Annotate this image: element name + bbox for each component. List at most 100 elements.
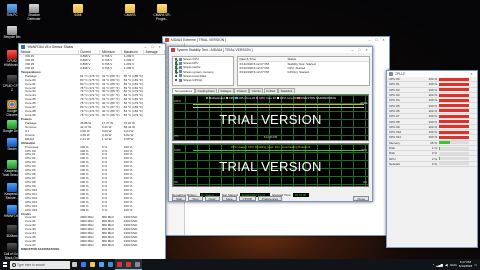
taskbar-app[interactable] <box>79 259 88 270</box>
taskbar-app[interactable] <box>133 259 142 270</box>
close-icon[interactable]: × <box>363 48 370 52</box>
close-icon[interactable]: × <box>380 38 387 42</box>
start-button[interactable]: Start <box>172 196 187 201</box>
checkbox[interactable] <box>174 74 178 78</box>
desktop-icon-label: This PC <box>6 13 18 17</box>
close-icon[interactable]: × <box>156 45 163 49</box>
tab-temperatures[interactable]: Temperatures <box>172 88 195 93</box>
y-axis-max-label: 100% <box>174 149 181 152</box>
y-axis-max-label: 100°C <box>174 100 182 103</box>
app-icon <box>7 100 17 109</box>
desktop-icon[interactable]: CMAFA <box>120 4 140 18</box>
y-axis-min-label: 0°C <box>174 135 179 138</box>
desktop-icon[interactable]: 64bit <box>68 4 88 18</box>
maximize-icon[interactable]: □ <box>356 48 363 52</box>
column-header[interactable]: Status <box>286 57 369 61</box>
load-label: CPU #8 <box>389 119 400 124</box>
close-button[interactable]: Close <box>353 196 369 201</box>
load-bar <box>439 109 469 113</box>
minimize-icon[interactable]: – <box>366 38 373 42</box>
column-header[interactable]: Average <box>144 50 166 54</box>
load-bar <box>439 125 469 129</box>
app-icon <box>7 183 17 192</box>
minimize-icon[interactable]: – <box>142 45 149 49</box>
language-indicator[interactable]: ENG <box>450 263 457 267</box>
tab-powers[interactable]: Powers <box>234 88 249 93</box>
desktop-icon[interactable]: Recycle Bin <box>2 26 22 40</box>
load-bar <box>439 157 469 161</box>
cpuid-button[interactable]: CPUID <box>238 196 256 201</box>
hwinfo-sensor-list[interactable]: VID #1 0.898 V 0.796 V 1.299 V VID #2 0.899 V… <box>19 55 165 260</box>
checkbox[interactable] <box>174 61 178 65</box>
app-icon <box>29 4 39 13</box>
volume-icon[interactable]: ◀) <box>445 263 448 267</box>
taskbar-app[interactable] <box>106 259 115 270</box>
close-icon[interactable]: × <box>468 72 475 76</box>
sensor-group-row[interactable]: KINGSTON SA400S37240G <box>19 248 165 252</box>
notification-icon[interactable]: ▭ <box>474 263 477 267</box>
cpuz-app-icon <box>389 72 393 76</box>
taskbar-app[interactable] <box>124 259 133 270</box>
clear-button[interactable]: Clear <box>204 196 220 201</box>
column-header[interactable]: Minimum <box>100 50 123 54</box>
maximize-icon[interactable]: □ <box>149 45 156 49</box>
legend-checkbox[interactable] <box>205 97 209 100</box>
desktop-icon[interactable]: CMAFA VR-Progra... <box>152 4 172 21</box>
network-icon[interactable]: ▂▄▆ <box>436 263 443 267</box>
stability-test-title: System Stability Test - AIDA64 [ TRIAL V… <box>176 48 253 52</box>
legend-checkbox[interactable] <box>235 97 238 100</box>
tab-statistics[interactable]: Statistics <box>278 88 295 93</box>
load-value: 100 % <box>428 114 437 119</box>
checkbox[interactable] <box>174 78 178 82</box>
checkbox[interactable] <box>174 70 178 73</box>
legend-checkbox[interactable] <box>297 97 300 100</box>
load-bar <box>439 77 469 81</box>
column-header[interactable]: Date & Time <box>238 57 286 61</box>
checkbox[interactable] <box>174 57 178 61</box>
taskbar-app[interactable] <box>115 259 124 270</box>
stability-test-window[interactable]: System Stability Test - AIDA64 [ TRIAL V… <box>168 46 373 202</box>
stress-option[interactable]: Stress GPU(s) <box>173 78 233 82</box>
tab-unified[interactable]: Unified <box>263 88 278 93</box>
edge-icon <box>81 262 86 267</box>
status-rows: 6/13/2018 6:12:27 PM Stability Test: Star… <box>238 62 369 75</box>
desktop-icon[interactable]: This PC <box>2 4 22 18</box>
taskbar-app[interactable] <box>97 259 106 270</box>
checkbox[interactable] <box>174 66 178 69</box>
preferences-button[interactable]: Preferences <box>257 196 283 201</box>
legend-checkbox[interactable] <box>276 97 280 100</box>
stability-test-titlebar[interactable]: System Stability Test - AIDA64 [ TRIAL V… <box>169 47 372 53</box>
column-header[interactable]: Maximum <box>122 50 145 54</box>
maximize-icon[interactable]: □ <box>373 38 380 42</box>
temperature-graph-legend: Motherboard CPU CPU Core #1 CPU Core #2 CPU … <box>173 96 368 100</box>
column-header[interactable]: Sensor <box>19 50 79 54</box>
minimize-icon[interactable]: – <box>349 48 356 52</box>
chevron-up-icon[interactable]: ^ <box>433 263 434 267</box>
tab-clocks[interactable]: Clocks <box>249 88 264 93</box>
column-header[interactable]: Current <box>79 50 101 54</box>
aida64-titlebar[interactable]: AIDA64 Extreme [ TRIAL VERSION ] – □ × <box>163 37 389 43</box>
start-button[interactable] <box>0 259 10 270</box>
desktop-icon[interactable]: Shadow Defender <box>24 4 44 21</box>
load-bar <box>439 162 469 166</box>
desktop-icon-label: 64bit <box>74 13 82 17</box>
legend-checkbox[interactable] <box>225 97 228 100</box>
taskbar-clock[interactable]: 6:17 PM 6/13/2018 <box>459 260 472 268</box>
taskbar-search-input[interactable]: Type here to search <box>10 260 70 269</box>
save-button[interactable]: Save <box>221 196 237 201</box>
load-value: 100 % <box>428 77 437 82</box>
load-label: CPU #11 <box>389 135 401 140</box>
x-axis-time-label: 6:12:26 PM <box>263 136 278 139</box>
hwinfo-sensor-window[interactable]: HWiNFO64 v5.x Sensor Status – □ × Sensor… <box>18 43 166 269</box>
stop-button[interactable]: Stop <box>188 196 203 201</box>
taskbar-app[interactable] <box>88 259 97 270</box>
aida64-title: AIDA64 Extreme [ TRIAL VERSION ] <box>170 38 227 42</box>
load-value: 2 % <box>431 156 437 161</box>
cpu-load-title: CPU-Z <box>394 72 405 76</box>
load-value: 100 % <box>428 87 437 92</box>
taskbar-app[interactable] <box>70 259 79 270</box>
load-bar-fill <box>439 88 469 92</box>
cpu-load-window[interactable]: CPU-Z × CPU #0 100 % CPU #1 100 % CPU #2 100 … <box>386 70 478 248</box>
tab-cooling-fans[interactable]: Cooling Fans <box>195 88 218 93</box>
tab-voltages[interactable]: Voltages <box>217 88 234 93</box>
